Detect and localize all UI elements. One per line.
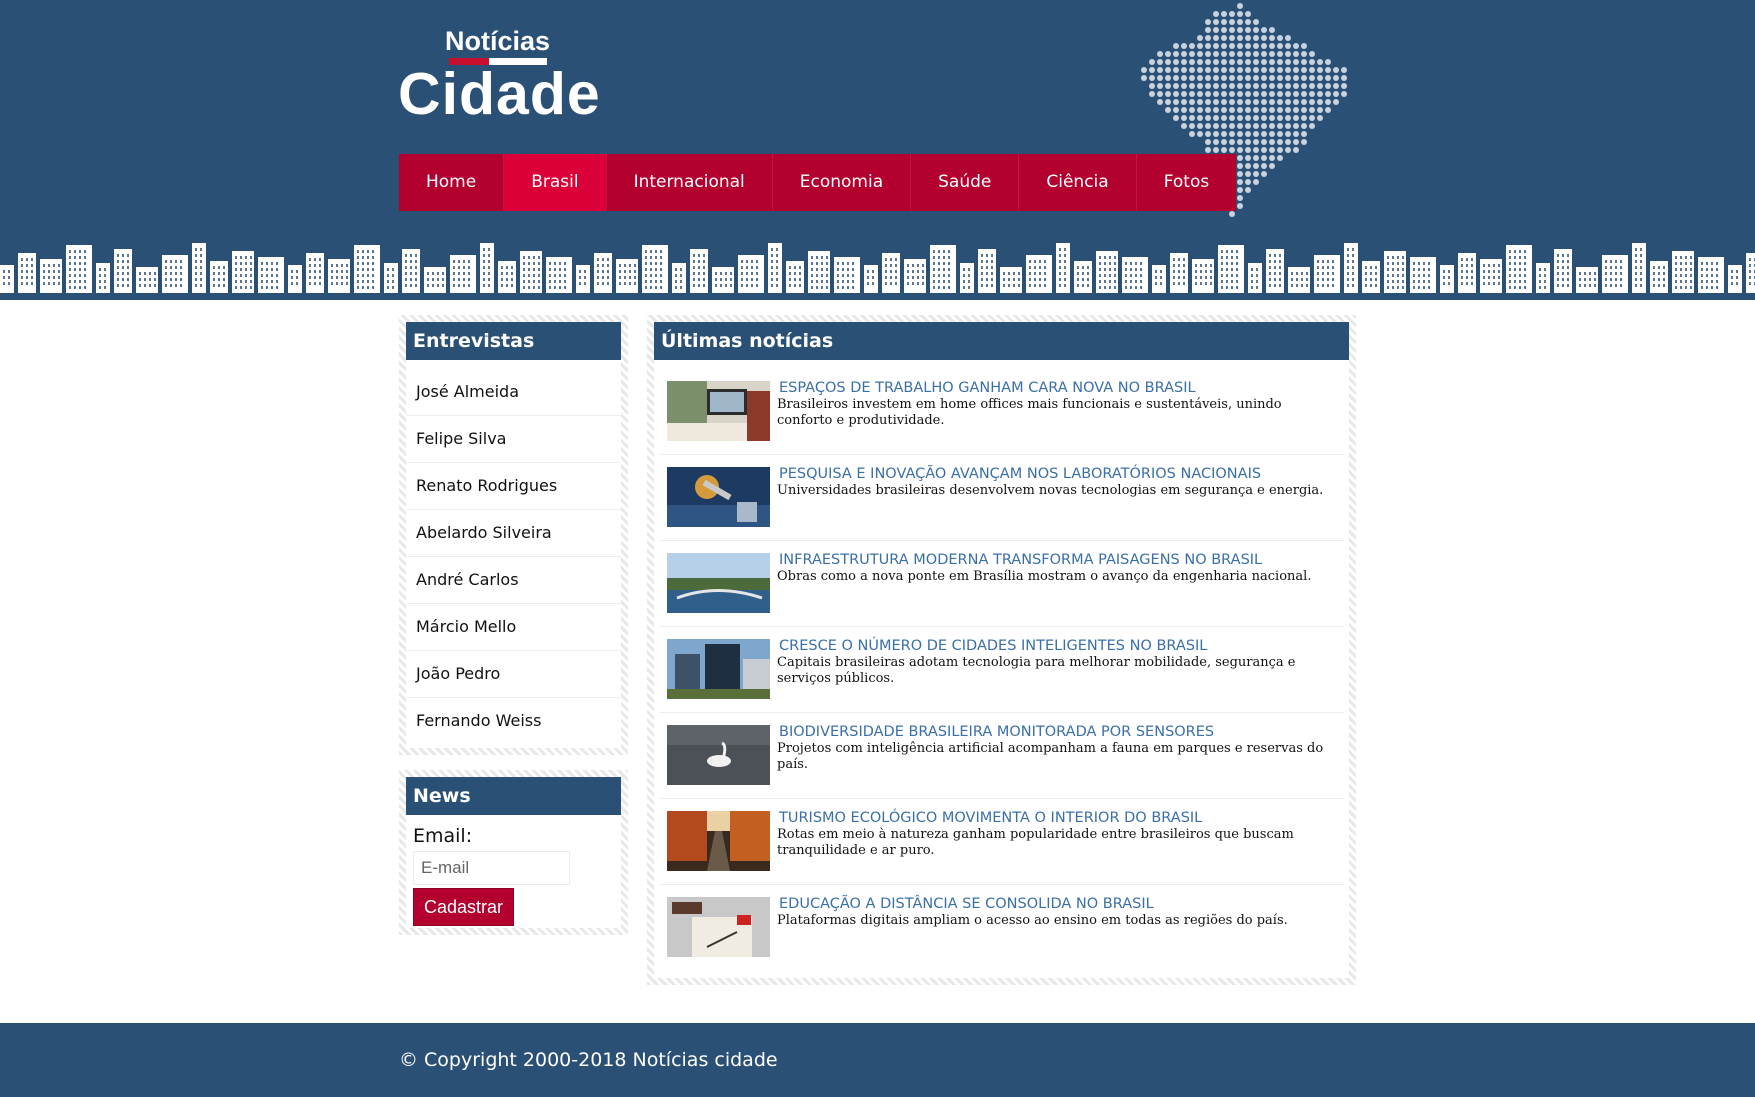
news-description: Obras como a nova ponte em Brasília most… — [777, 569, 1312, 584]
newsletter-title: News — [406, 777, 621, 815]
news-title-link[interactable]: INFRAESTRUTURA MODERNA TRANSFORMA PAISAG… — [779, 551, 1340, 569]
news-item: PESQUISA E INOVAÇÃO AVANÇAM NOS LABORATÓ… — [659, 455, 1344, 541]
site-logo[interactable]: Notícias Cidade — [398, 26, 601, 127]
nav-item-home[interactable]: Home — [399, 154, 505, 211]
interview-item[interactable]: Renato Rodrigues — [406, 463, 621, 510]
interviews-panel: Entrevistas José Almeida Felipe Silva Rena… — [399, 315, 628, 755]
news-thumbnail[interactable] — [667, 381, 770, 441]
interview-item[interactable]: José Almeida — [406, 369, 621, 416]
news-item: EDUCAÇÃO A DISTÂNCIA SE CONSOLIDA NO BRA… — [659, 885, 1344, 971]
main-nav: Home Brasil Internacional Economia Saúde Ciên… — [399, 154, 1237, 211]
news-text: BIODIVERSIDADE BRASILEIRA MONITORADA POR… — [777, 723, 1344, 798]
nav-item-fotos[interactable]: Fotos — [1137, 154, 1237, 211]
news-description: Universidades brasileiras desenvolvem no… — [777, 483, 1324, 498]
news-thumbnail[interactable] — [667, 467, 770, 527]
interview-item[interactable]: João Pedro — [406, 651, 621, 698]
nav-item-ciencia[interactable]: Ciência — [1019, 154, 1137, 211]
latest-news-panel: Últimas notícias ESPAÇOS DE TRABALHO GAN… — [647, 315, 1356, 985]
news-item: ESPAÇOS DE TRABALHO GANHAM CARA NOVA NO … — [659, 369, 1344, 455]
news-title-link[interactable]: CRESCE O NÚMERO DE CIDADES INTELIGENTES … — [779, 637, 1340, 655]
news-item: INFRAESTRUTURA MODERNA TRANSFORMA PAISAG… — [659, 541, 1344, 627]
news-text: ESPAÇOS DE TRABALHO GANHAM CARA NOVA NO … — [777, 379, 1344, 454]
interview-item[interactable]: Márcio Mello — [406, 604, 621, 651]
news-description: Projetos com inteligência artificial aco… — [777, 741, 1324, 772]
interview-item[interactable]: André Carlos — [406, 557, 621, 604]
interview-item[interactable]: Abelardo Silveira — [406, 510, 621, 557]
news-item: TURISMO ECOLÓGICO MOVIMENTA O INTERIOR D… — [659, 799, 1344, 885]
nav-item-saude[interactable]: Saúde — [911, 154, 1020, 211]
news-description: Rotas em meio à natureza ganham populari… — [777, 827, 1294, 858]
interview-list: José Almeida Felipe Silva Renato Rodrigues… — [406, 369, 621, 744]
copyright-text: © Copyright 2000-2018 Notícias cidade — [399, 1049, 778, 1071]
logo-bottom-text: Cidade — [398, 61, 601, 127]
site-footer: © Copyright 2000-2018 Notícias cidade — [0, 1023, 1755, 1097]
news-title-link[interactable]: ESPAÇOS DE TRABALHO GANHAM CARA NOVA NO … — [779, 379, 1340, 397]
site-header: Notícias Cidade Home Brasil Internacional E… — [0, 0, 1755, 300]
interview-item[interactable]: Fernando Weiss — [406, 698, 621, 744]
news-thumbnail[interactable] — [667, 725, 770, 785]
email-field[interactable] — [413, 851, 570, 885]
email-label: Email: — [413, 825, 473, 847]
interview-item[interactable]: Felipe Silva — [406, 416, 621, 463]
news-text: CRESCE O NÚMERO DE CIDADES INTELIGENTES … — [777, 637, 1344, 712]
news-description: Brasileiros investem em home offices mai… — [777, 397, 1282, 428]
newsletter-panel: News Email: Cadastrar — [399, 770, 628, 935]
city-skyline-graphic — [0, 243, 1755, 293]
news-thumbnail[interactable] — [667, 639, 770, 699]
nav-item-internacional[interactable]: Internacional — [607, 154, 773, 211]
news-text: PESQUISA E INOVAÇÃO AVANÇAM NOS LABORATÓ… — [777, 465, 1344, 540]
newsletter-form: Email: Cadastrar — [406, 815, 621, 936]
news-text: TURISMO ECOLÓGICO MOVIMENTA O INTERIOR D… — [777, 809, 1344, 884]
nav-item-brasil[interactable]: Brasil — [504, 154, 607, 211]
news-text: INFRAESTRUTURA MODERNA TRANSFORMA PAISAG… — [777, 551, 1344, 626]
news-text: EDUCAÇÃO A DISTÂNCIA SE CONSOLIDA NO BRA… — [777, 895, 1344, 971]
news-description: Plataformas digitais ampliam o acesso ao… — [777, 913, 1288, 928]
news-title-link[interactable]: TURISMO ECOLÓGICO MOVIMENTA O INTERIOR D… — [779, 809, 1340, 827]
news-item: BIODIVERSIDADE BRASILEIRA MONITORADA POR… — [659, 713, 1344, 799]
news-title-link[interactable]: EDUCAÇÃO A DISTÂNCIA SE CONSOLIDA NO BRA… — [779, 895, 1340, 913]
news-item: CRESCE O NÚMERO DE CIDADES INTELIGENTES … — [659, 627, 1344, 713]
news-title-link[interactable]: PESQUISA E INOVAÇÃO AVANÇAM NOS LABORATÓ… — [779, 465, 1340, 483]
interviews-title: Entrevistas — [406, 322, 621, 360]
news-title-link[interactable]: BIODIVERSIDADE BRASILEIRA MONITORADA POR… — [779, 723, 1340, 741]
logo-top-text: Notícias — [445, 26, 551, 56]
latest-news-title: Últimas notícias — [654, 322, 1349, 360]
news-thumbnail[interactable] — [667, 553, 770, 613]
subscribe-button[interactable]: Cadastrar — [413, 888, 515, 926]
news-description: Capitais brasileiras adotam tecnologia p… — [777, 655, 1296, 686]
nav-item-economia[interactable]: Economia — [773, 154, 912, 211]
news-list: ESPAÇOS DE TRABALHO GANHAM CARA NOVA NO … — [659, 369, 1344, 971]
news-thumbnail[interactable] — [667, 897, 770, 957]
news-thumbnail[interactable] — [667, 811, 770, 871]
